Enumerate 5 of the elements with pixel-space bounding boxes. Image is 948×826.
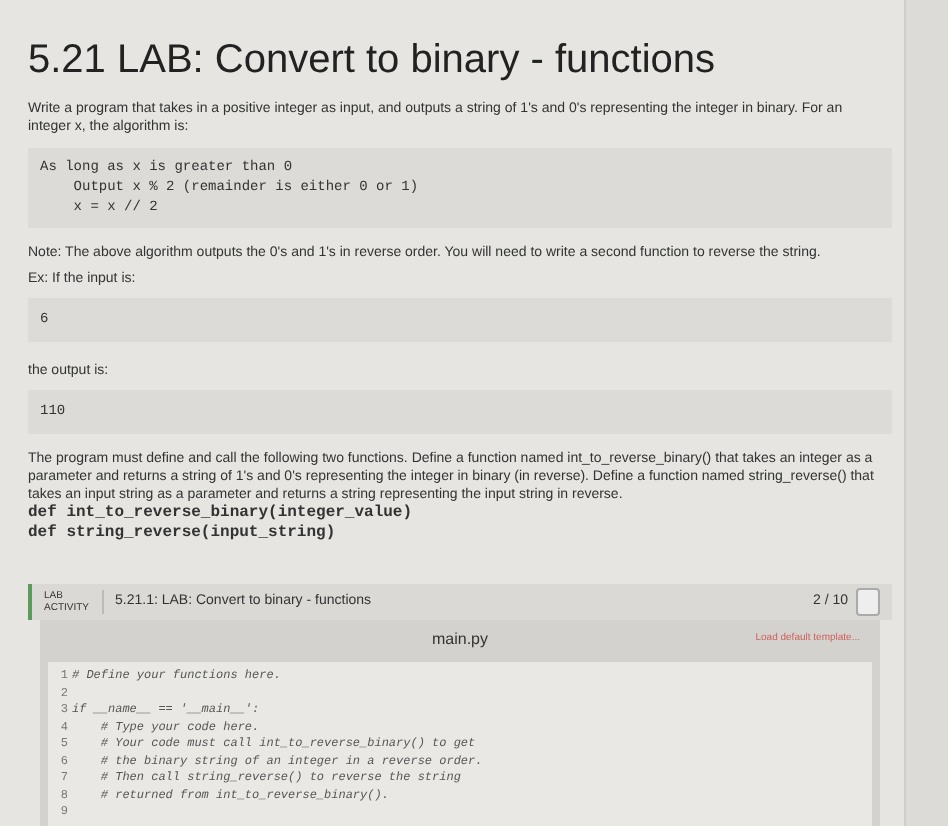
score-box [856,587,880,616]
page-title: 5.21 LAB: Convert to binary - functions [28,36,718,84]
code-line: def string_reverse(input_string) [28,524,338,544]
file-name: main.py [431,627,488,651]
code-line: def int_to_reverse_binary(integer_value) [28,504,415,524]
